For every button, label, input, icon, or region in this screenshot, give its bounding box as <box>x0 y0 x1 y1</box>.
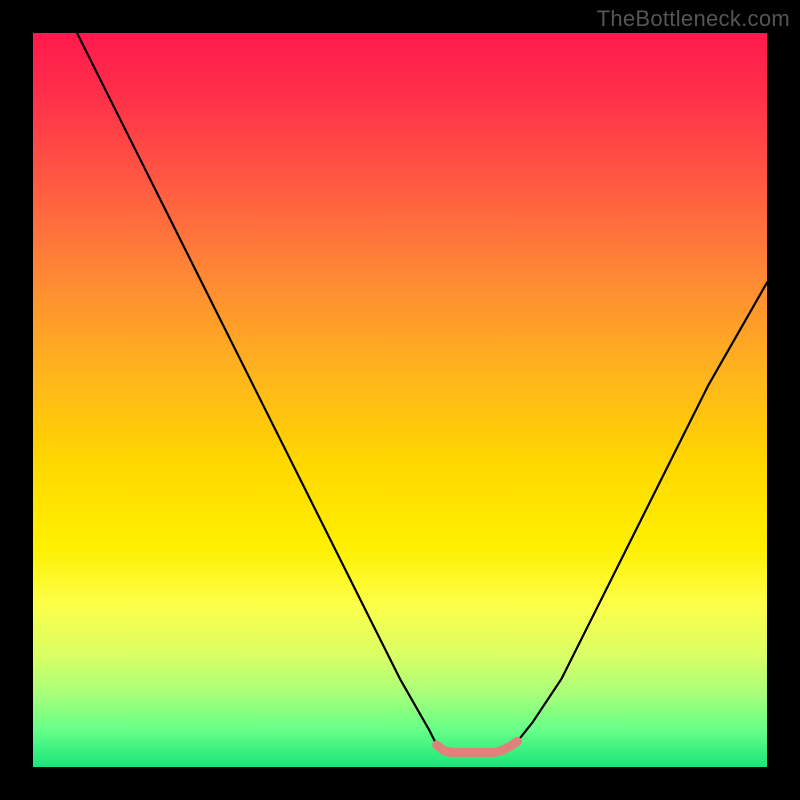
curve-layer <box>33 33 767 767</box>
chart-frame: TheBottleneck.com <box>0 0 800 800</box>
bottleneck-curve <box>77 33 767 752</box>
valley-floor-highlight <box>437 741 518 752</box>
plot-area <box>33 33 767 767</box>
watermark-text: TheBottleneck.com <box>597 6 790 32</box>
